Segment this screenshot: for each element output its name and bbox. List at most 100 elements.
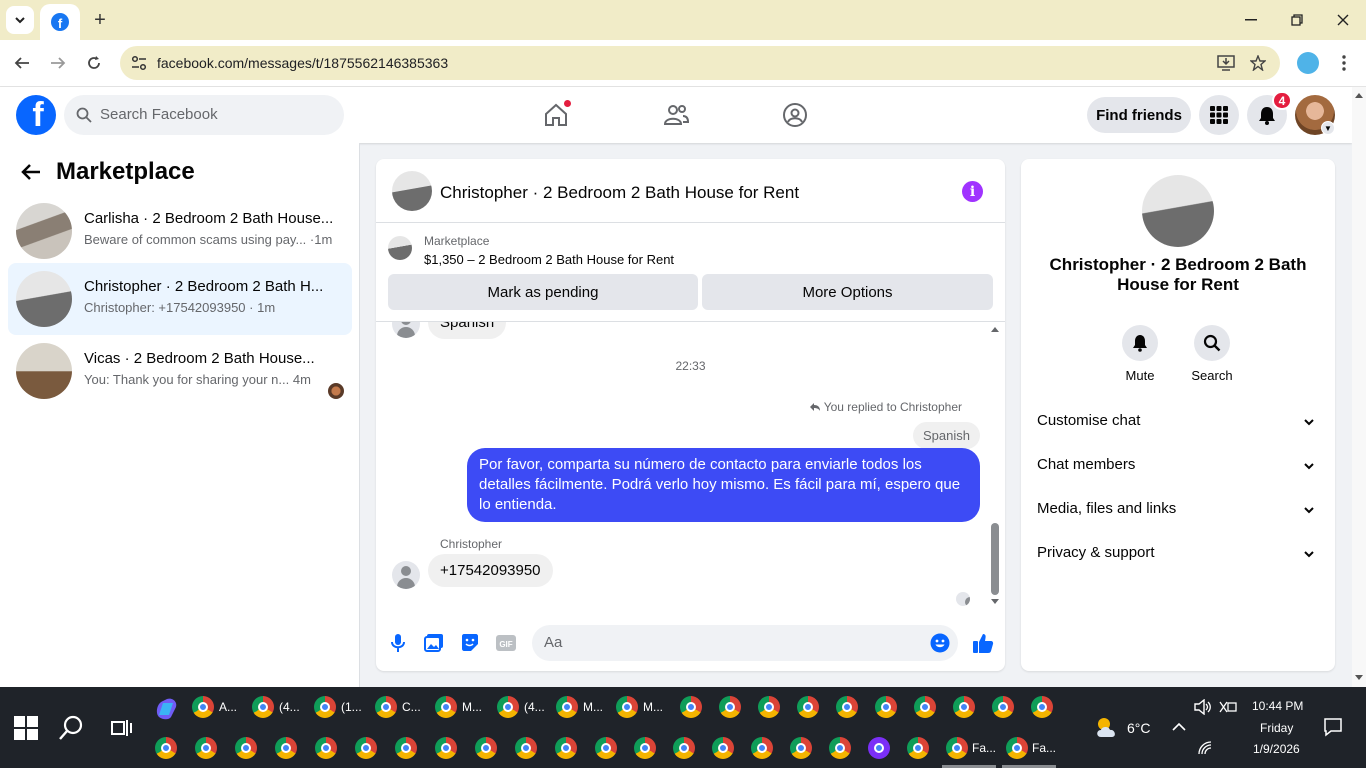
chrome-window-icon[interactable]	[192, 696, 214, 718]
taskbar-window-label[interactable]: A...	[219, 700, 237, 714]
customise-chat-section[interactable]: Customise chat	[1037, 412, 1319, 436]
wifi-icon[interactable]	[1198, 741, 1212, 755]
install-app-icon[interactable]	[1216, 53, 1236, 73]
chrome-window-icon[interactable]	[907, 737, 929, 759]
copilot-icon[interactable]	[153, 695, 181, 723]
emoji-icon[interactable]	[930, 633, 950, 653]
message-input[interactable]: Aa	[532, 625, 958, 661]
chrome-window-icon[interactable]	[235, 737, 257, 759]
chrome-window-icon[interactable]	[712, 737, 734, 759]
clock-day[interactable]: Friday	[1260, 721, 1293, 735]
chrome-window-icon[interactable]	[829, 737, 851, 759]
gif-icon[interactable]: GIF	[494, 631, 518, 655]
chrome-window-icon[interactable]	[1006, 737, 1028, 759]
chevron-down-icon[interactable]: ▼	[1321, 121, 1335, 135]
back-button[interactable]	[9, 50, 35, 76]
taskbar-window-label[interactable]: (4...	[524, 700, 545, 714]
chrome-window-icon[interactable]	[275, 737, 297, 759]
taskbar-window-label[interactable]: (4...	[279, 700, 300, 714]
groups-nav-icon[interactable]	[779, 99, 811, 131]
page-scrollbar[interactable]	[1352, 87, 1366, 687]
facebook-search[interactable]: Search Facebook	[64, 95, 344, 135]
chrome-window-icon[interactable]	[673, 737, 695, 759]
facebook-logo-icon[interactable]: f	[16, 95, 56, 135]
conversation-item-active[interactable]: Christopher · 2 Bedroom 2 Bath H... Chri…	[8, 263, 352, 335]
task-view-icon[interactable]	[106, 714, 134, 742]
privacy-support-section[interactable]: Privacy & support	[1037, 544, 1319, 568]
chrome-window-icon[interactable]	[836, 696, 858, 718]
chrome-window-icon[interactable]	[595, 737, 617, 759]
chrome-window-icon[interactable]	[751, 737, 773, 759]
site-settings-icon[interactable]	[130, 54, 148, 72]
conversation-item[interactable]: Vicas · 2 Bedroom 2 Bath House... You: T…	[8, 335, 352, 407]
chrome-window-icon[interactable]	[314, 696, 336, 718]
more-options-button[interactable]: More Options	[702, 274, 993, 310]
close-window-button[interactable]	[1320, 0, 1366, 40]
reload-button[interactable]	[81, 50, 107, 76]
chrome-window-icon[interactable]	[475, 737, 497, 759]
omnibox[interactable]: facebook.com/messages/t/1875562146385363	[120, 46, 1280, 80]
info-icon[interactable]: i	[962, 181, 983, 202]
chrome-window-icon[interactable]	[914, 696, 936, 718]
chrome-window-icon[interactable]	[252, 696, 274, 718]
chrome-window-icon[interactable]	[790, 737, 812, 759]
menu-button[interactable]	[1199, 95, 1239, 135]
chrome-window-icon[interactable]	[1031, 696, 1053, 718]
find-friends-button[interactable]: Find friends	[1087, 97, 1191, 133]
chrome-window-icon[interactable]	[797, 696, 819, 718]
taskbar-window-label[interactable]: (1...	[341, 700, 362, 714]
photo-icon[interactable]	[422, 631, 446, 655]
chrome-window-icon[interactable]	[680, 696, 702, 718]
chrome-window-icon[interactable]	[435, 696, 457, 718]
chrome-window-icon[interactable]	[616, 696, 638, 718]
windows-start-icon[interactable]	[12, 714, 40, 742]
meta-quest-icon[interactable]	[868, 737, 890, 759]
chat-thumbnail[interactable]	[392, 171, 432, 211]
taskbar-window-label[interactable]: M...	[462, 700, 482, 714]
media-files-links-section[interactable]: Media, files and links	[1037, 500, 1319, 524]
chrome-window-icon[interactable]	[556, 696, 578, 718]
chrome-window-icon[interactable]	[555, 737, 577, 759]
minimize-button[interactable]	[1228, 0, 1274, 40]
scrollbar-thumb[interactable]	[991, 523, 999, 595]
chrome-window-icon[interactable]	[719, 696, 741, 718]
listing-thumbnail[interactable]	[388, 236, 412, 260]
restore-button[interactable]	[1274, 0, 1320, 40]
chrome-window-icon[interactable]	[953, 696, 975, 718]
tab-search-button[interactable]	[6, 6, 34, 34]
thumbs-up-icon[interactable]	[971, 631, 995, 655]
chrome-window-icon[interactable]	[946, 737, 968, 759]
chrome-window-icon[interactable]	[634, 737, 656, 759]
url-text[interactable]: facebook.com/messages/t/1875562146385363	[157, 55, 448, 71]
sticker-icon[interactable]	[458, 631, 482, 655]
bookmark-star-icon[interactable]	[1248, 53, 1268, 73]
chrome-window-icon[interactable]	[875, 696, 897, 718]
chrome-window-icon[interactable]	[355, 737, 377, 759]
chat-members-section[interactable]: Chat members	[1037, 456, 1319, 480]
weather-temp[interactable]: 6°C	[1127, 720, 1151, 736]
chrome-window-icon[interactable]	[435, 737, 457, 759]
search-conversation-button[interactable]: Search	[1182, 325, 1242, 383]
new-tab-button[interactable]: +	[88, 8, 112, 32]
chrome-window-icon[interactable]	[315, 737, 337, 759]
chrome-window-icon[interactable]	[497, 696, 519, 718]
chrome-window-icon[interactable]	[155, 737, 177, 759]
clock-date[interactable]: 1/9/2026	[1253, 742, 1300, 756]
chrome-window-icon[interactable]	[515, 737, 537, 759]
chrome-window-icon[interactable]	[375, 696, 397, 718]
browser-tab-facebook[interactable]: f	[40, 4, 80, 40]
conversation-item[interactable]: Carlisha · 2 Bedroom 2 Bath House... Bew…	[8, 195, 352, 267]
search-icon[interactable]	[58, 714, 86, 742]
chat-title[interactable]: Christopher · 2 Bedroom 2 Bath House for…	[440, 183, 799, 203]
taskbar-window-label[interactable]: M...	[583, 700, 603, 714]
back-arrow-icon[interactable]	[20, 161, 42, 183]
taskbar-window-label[interactable]: Fa...	[1032, 741, 1056, 755]
mute-button[interactable]: Mute	[1110, 325, 1170, 383]
forward-button[interactable]	[45, 50, 71, 76]
browser-profile-avatar[interactable]	[1297, 52, 1319, 74]
battery-icon[interactable]	[1219, 699, 1237, 715]
chrome-window-icon[interactable]	[992, 696, 1014, 718]
weather-icon[interactable]	[1093, 713, 1121, 741]
chrome-window-icon[interactable]	[195, 737, 217, 759]
taskbar-window-label[interactable]: C...	[402, 700, 421, 714]
